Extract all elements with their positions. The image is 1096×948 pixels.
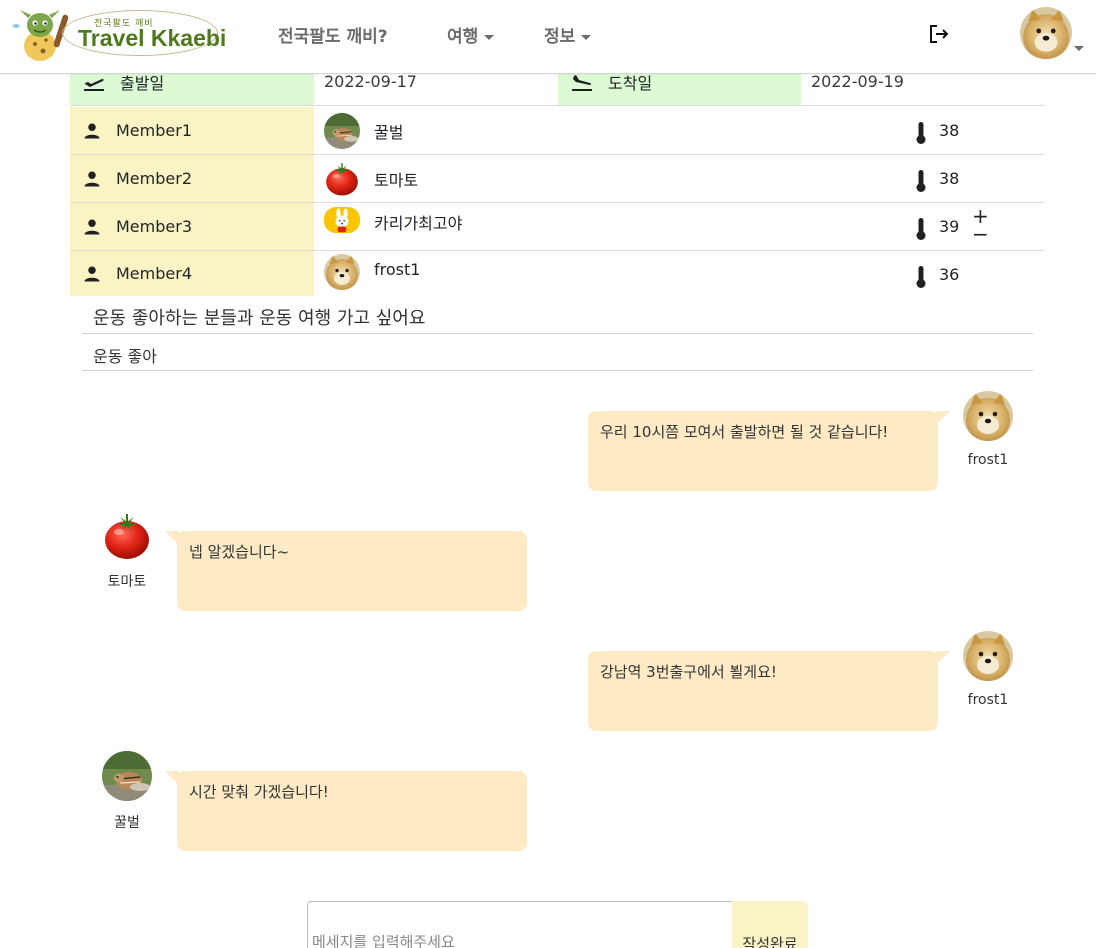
member-label-cell: Member1 <box>70 107 314 154</box>
nav-dropdown-info[interactable]: 정보 <box>544 22 592 47</box>
doge-avatar-icon[interactable] <box>963 631 1013 681</box>
nav-link-about-label: 전국팔도 깨비? <box>278 27 388 47</box>
nav-dropdown-travel-label: 여행 <box>447 27 479 47</box>
chat-bubble: 우리 10시쯤 모여서 출발하면 될 것 같습니다! <box>588 411 950 491</box>
chat-sender-name: 토마토 <box>107 574 147 590</box>
bunny-avatar-icon <box>324 207 360 233</box>
member-row: Member1 꿀벌 38 <box>70 107 1045 155</box>
thermometer-icon <box>915 265 927 289</box>
member-name: 카리가최고야 <box>374 214 463 233</box>
doge-avatar-icon <box>324 254 360 290</box>
member-info[interactable]: 카리가최고야 <box>324 203 824 250</box>
member-label: Member2 <box>116 169 192 188</box>
member-temp: 36 <box>939 265 960 284</box>
member-info[interactable]: 꿀벌 <box>324 107 824 154</box>
member-label-cell: Member3 <box>70 203 314 250</box>
member-name: 꿀벌 <box>374 122 404 142</box>
caret-down-icon[interactable] <box>1074 46 1084 51</box>
thermometer-icon <box>915 121 927 145</box>
chat-sender-name: 꿀벌 <box>114 815 140 831</box>
chipmunk-avatar-icon <box>324 113 360 149</box>
nav-link-about[interactable]: 전국팔도 깨비? <box>278 22 388 47</box>
member-temp: 38 <box>939 169 960 188</box>
member-row: Member2 토마토 38 <box>70 155 1045 203</box>
doge-avatar-icon[interactable] <box>963 391 1013 441</box>
thermometer-icon <box>915 169 927 193</box>
site-logo[interactable]: 전국팔도 깨비 Travel Kkaebi <box>10 6 226 62</box>
tomato-avatar-icon <box>324 161 360 197</box>
member-name: frost1 <box>374 260 421 279</box>
caret-down-icon <box>484 34 495 40</box>
member-label: Member1 <box>116 121 192 140</box>
nav-dropdown-info-label: 정보 <box>544 27 576 47</box>
tomato-avatar-icon[interactable] <box>102 511 152 561</box>
chat-bubble: 넵 알겠습니다~ <box>165 531 527 611</box>
chat-bubble: 시간 맞춰 가겠습니다! <box>165 771 527 851</box>
logout-icon[interactable] <box>927 22 951 46</box>
doge-avatar-icon <box>1020 7 1072 59</box>
member-row: Member3 카리가최고야 39 + − <box>70 203 1045 251</box>
user-avatar-button[interactable] <box>1020 7 1072 59</box>
person-icon <box>82 217 102 237</box>
member-info[interactable]: 토마토 <box>324 155 824 202</box>
person-icon <box>82 264 102 284</box>
member-temp: 38 <box>939 121 960 140</box>
member-row: Member4 frost1 36 <box>70 251 1045 299</box>
message-input[interactable] <box>307 901 732 948</box>
person-icon <box>82 169 102 189</box>
member-name: 토마토 <box>374 170 419 190</box>
temp-minus-button[interactable]: − <box>972 224 989 244</box>
nav-dropdown-travel[interactable]: 여행 <box>447 22 495 47</box>
chat-sender-name: frost1 <box>967 692 1009 708</box>
person-icon <box>82 121 102 141</box>
member-label-cell: Member2 <box>70 155 314 202</box>
member-info[interactable]: frost1 <box>324 251 824 298</box>
chipmunk-avatar-icon[interactable] <box>102 751 152 801</box>
navbar: 전국팔도 깨비 Travel Kkaebi 전국팔도 깨비? 여행 정보 <box>0 0 1096 74</box>
trip-title: 운동 좋아하는 분들과 운동 여행 가고 싶어요 <box>82 296 1033 334</box>
member-label-cell: Member4 <box>70 251 314 296</box>
chat-bubble: 강남역 3번출구에서 뵐게요! <box>588 651 950 731</box>
member-label: Member3 <box>116 217 192 236</box>
caret-down-icon <box>581 34 592 40</box>
logo-text: Travel Kkaebi <box>78 25 227 51</box>
temp-adjust: + − <box>972 206 989 244</box>
chat-sender-name: frost1 <box>967 452 1009 468</box>
member-label: Member4 <box>116 264 192 283</box>
send-button[interactable]: 작성완료 <box>732 901 808 948</box>
thermometer-icon <box>915 217 927 241</box>
trip-description: 운동 좋아 <box>82 334 1033 371</box>
member-temp: 39 <box>939 217 960 236</box>
